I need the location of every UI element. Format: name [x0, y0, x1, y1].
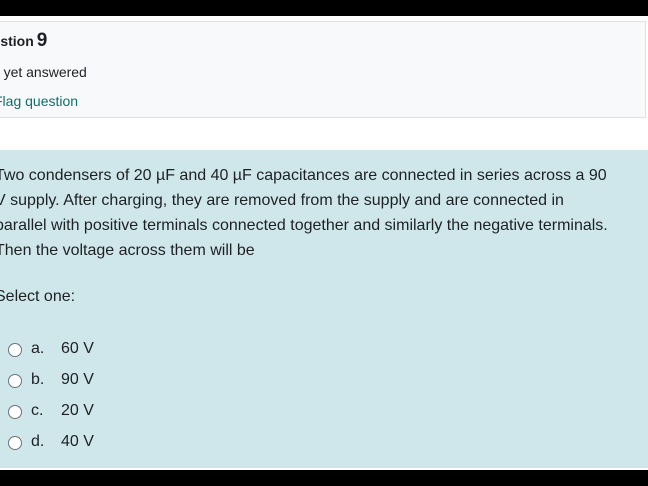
- radio-button[interactable]: [8, 436, 22, 450]
- question-text-line: Two condensers of 20 µF and 40 µF capaci…: [0, 167, 607, 184]
- option-letter: c.: [31, 402, 44, 419]
- radio-button[interactable]: [8, 405, 22, 419]
- question-label: uestion: [0, 33, 34, 49]
- question-formulation: Two condensers of 20 µF and 40 µF capaci…: [0, 150, 648, 468]
- question-text-line: Then the voltage across them will be: [0, 242, 255, 259]
- option-text[interactable]: 40 V: [61, 433, 94, 451]
- answer-option-a[interactable]: a. 60 V: [8, 340, 148, 362]
- question-text: Two condensers of 20 µF and 40 µF capaci…: [0, 163, 648, 263]
- option-letter: b.: [31, 371, 45, 388]
- answer-option-c[interactable]: c. 20 V: [8, 402, 148, 424]
- question-text-line: parallel with positive terminals connect…: [0, 217, 608, 234]
- option-text[interactable]: 60 V: [61, 340, 94, 358]
- question-number: 9: [36, 30, 48, 51]
- option-letter: d.: [31, 433, 45, 450]
- question-frame: uestion9 ot yet answered Flag question T…: [0, 16, 648, 470]
- option-letter: a.: [31, 340, 45, 357]
- answer-option-d[interactable]: d. 40 V: [8, 433, 148, 455]
- select-one-prompt: Select one:: [0, 288, 76, 305]
- option-text[interactable]: 90 V: [61, 371, 94, 389]
- answer-option-b[interactable]: b. 90 V: [8, 371, 148, 393]
- question-heading: uestion9: [0, 30, 47, 52]
- question-state: ot yet answered: [0, 64, 87, 80]
- option-text[interactable]: 20 V: [61, 402, 94, 420]
- radio-button[interactable]: [8, 374, 22, 388]
- radio-button[interactable]: [8, 343, 22, 357]
- flag-question-link[interactable]: Flag question: [0, 93, 78, 109]
- question-info-panel: [0, 21, 646, 118]
- question-text-line: V supply. After charging, they are remov…: [0, 192, 564, 209]
